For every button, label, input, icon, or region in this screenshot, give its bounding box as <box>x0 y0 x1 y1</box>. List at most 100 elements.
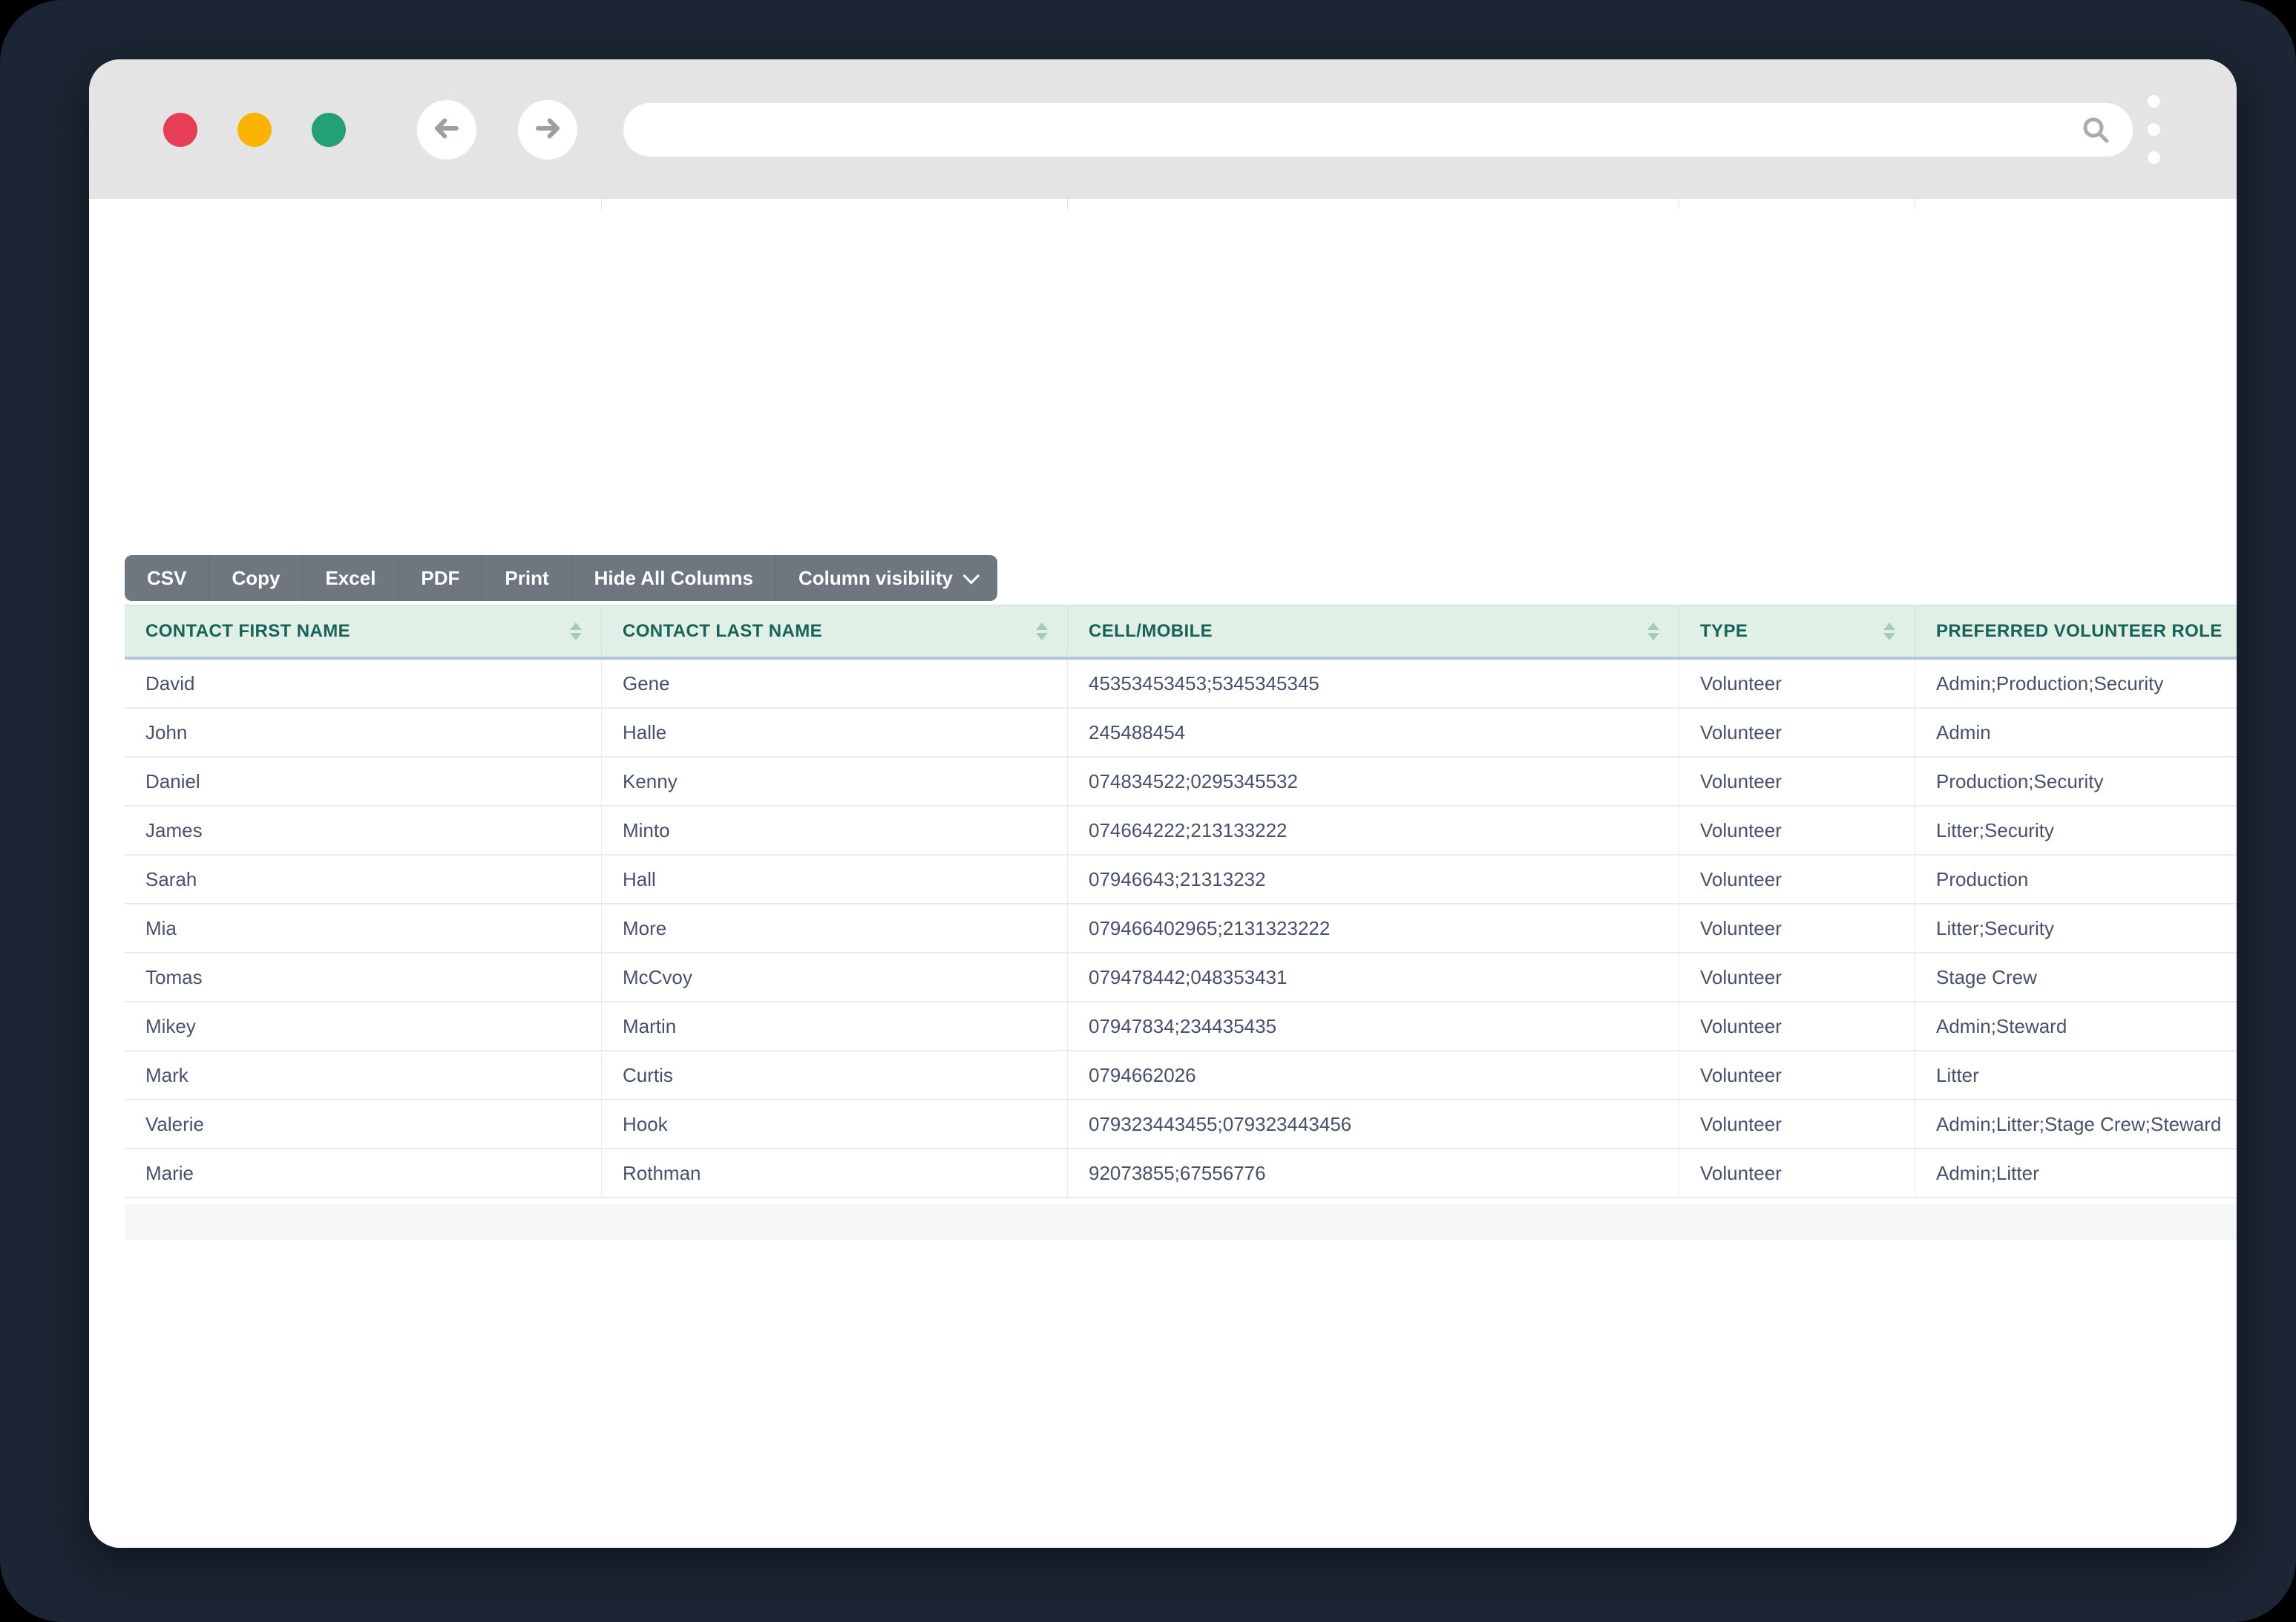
table-row: Tomas McCvoy 079478442;048353431 Volunteer S… <box>125 953 2237 1002</box>
column-header-cell-mobile[interactable]: CELL/MOBILE <box>1067 605 1679 657</box>
back-button[interactable] <box>417 100 476 160</box>
cell-role: Production <box>1915 856 2237 903</box>
cell-cell-mobile: 07947834;234435435 <box>1067 1002 1679 1050</box>
forward-arrow-icon <box>532 113 563 148</box>
cell-cell-mobile: 45353453453;5345345345 <box>1067 660 1679 707</box>
cell-first-name: Mia <box>145 916 177 939</box>
cell-last-name: Kenny <box>601 758 1067 805</box>
cell-last-name: McCvoy <box>601 953 1067 1001</box>
export-toolbar: CSV Copy Excel PDF Print Hide All Columns Colu… <box>125 555 997 601</box>
browser-window: CSV Copy Excel PDF Print Hide All Columns Colu… <box>89 59 2237 1548</box>
column-header-label: CELL/MOBILE <box>1089 620 1213 641</box>
cell-last-name: Rothman <box>601 1149 1067 1197</box>
address-bar <box>623 103 2133 158</box>
column-header-label: CONTACT FIRST NAME <box>145 620 351 641</box>
cell-type: Volunteer <box>1679 953 1915 1001</box>
table-row: Valerie Hook 079323443455;079323443456 Volu… <box>125 1100 2237 1149</box>
cell-type: Volunteer <box>1679 807 1915 854</box>
cell-last-name: Martin <box>601 1002 1067 1050</box>
address-bar-input[interactable] <box>649 103 2062 158</box>
cell-type: Volunteer <box>1679 660 1915 707</box>
menu-dot <box>2148 123 2160 136</box>
cell-type: Volunteer <box>1679 1002 1915 1050</box>
cell-role: Litter <box>1915 1051 2237 1099</box>
cell-first-name: Sarah <box>145 867 197 890</box>
column-header-label: CONTACT LAST NAME <box>623 620 822 641</box>
table-footer-strip <box>125 1204 2237 1240</box>
cell-cell-mobile: 079478442;048353431 <box>1067 953 1679 1001</box>
toolbar-button-copy[interactable]: Copy <box>209 555 304 601</box>
sort-arrows-icon <box>570 622 582 640</box>
cell-first-name: Mikey <box>145 1014 196 1037</box>
table-row: Mikey Martin 07947834;234435435 Volunteer Ad… <box>125 1002 2237 1051</box>
cell-cell-mobile: 92073855;67556776 <box>1067 1149 1679 1197</box>
toolbar-button-column-visibility[interactable]: Column visibility <box>776 555 997 601</box>
cell-role: Admin;Litter <box>1915 1149 2237 1197</box>
menu-dot <box>2148 95 2160 108</box>
cell-type: Volunteer <box>1679 1100 1915 1148</box>
column-edge-tick <box>601 199 602 209</box>
table-row: Mark Curtis 0794662026 Volunteer Litter <box>125 1051 2237 1100</box>
cell-cell-mobile: 079466402965;2131323222 <box>1067 904 1679 952</box>
cell-last-name: Hook <box>601 1100 1067 1148</box>
cell-role: Litter;Security <box>1915 904 2237 952</box>
toolbar-button-pdf[interactable]: PDF <box>398 555 483 601</box>
table-body: David Gene 45353453453;5345345345 Volunteer… <box>125 660 2237 1198</box>
kebab-menu-icon[interactable] <box>2142 92 2167 169</box>
minimize-window-button[interactable] <box>237 113 272 147</box>
cell-first-name: David <box>145 672 195 695</box>
menu-dot <box>2148 151 2160 164</box>
screenshot-canvas: CSV Copy Excel PDF Print Hide All Columns Colu… <box>0 0 2296 1622</box>
search-icon[interactable] <box>2079 114 2112 146</box>
cell-type: Volunteer <box>1679 1149 1915 1197</box>
table-row: David Gene 45353453453;5345345345 Volunteer… <box>125 660 2237 709</box>
maximize-window-button[interactable] <box>312 113 346 147</box>
cell-type: Volunteer <box>1679 709 1915 756</box>
column-header-contact-first-name[interactable]: CONTACT FIRST NAME <box>125 605 601 657</box>
column-edge-tick <box>1067 199 1068 209</box>
toolbar-button-print[interactable]: Print <box>482 555 572 601</box>
cell-role: Stage Crew <box>1915 953 2237 1001</box>
column-visibility-label: Column visibility <box>798 566 953 589</box>
cell-first-name: Tomas <box>145 965 203 988</box>
cell-type: Volunteer <box>1679 904 1915 952</box>
sort-arrows-icon <box>1647 622 1659 640</box>
cell-role: Production;Security <box>1915 758 2237 805</box>
column-header-contact-last-name[interactable]: CONTACT LAST NAME <box>601 605 1067 657</box>
cell-first-name: Marie <box>145 1161 194 1184</box>
cell-type: Volunteer <box>1679 1051 1915 1099</box>
table-header-row: CONTACT FIRST NAME CONTACT LAST NAME CELL/… <box>125 605 2237 660</box>
browser-chrome <box>89 59 2237 199</box>
table-row: Daniel Kenny 074834522;0295345532 Volunteer… <box>125 758 2237 807</box>
cell-first-name: Mark <box>145 1063 188 1086</box>
cell-last-name: More <box>601 904 1067 952</box>
cell-cell-mobile: 074664222;213133222 <box>1067 807 1679 854</box>
cell-first-name: Daniel <box>145 769 200 792</box>
cell-role: Admin <box>1915 709 2237 756</box>
column-header-type[interactable]: TYPE <box>1679 605 1915 657</box>
page-content: CSV Copy Excel PDF Print Hide All Columns Colu… <box>89 199 2237 1548</box>
table-row: James Minto 074664222;213133222 Volunteer Li… <box>125 807 2237 856</box>
cell-first-name: John <box>145 720 188 743</box>
forward-button[interactable] <box>518 100 577 160</box>
cell-last-name: Curtis <box>601 1051 1067 1099</box>
cell-cell-mobile: 245488454 <box>1067 709 1679 756</box>
close-window-button[interactable] <box>163 113 197 147</box>
cell-cell-mobile: 07946643;21313232 <box>1067 856 1679 903</box>
cell-last-name: Gene <box>601 660 1067 707</box>
cell-last-name: Minto <box>601 807 1067 854</box>
toolbar-button-excel[interactable]: Excel <box>303 555 399 601</box>
chevron-down-icon <box>962 567 980 585</box>
column-header-label: TYPE <box>1700 620 1748 641</box>
cell-cell-mobile: 074834522;0295345532 <box>1067 758 1679 805</box>
column-header-preferred-volunteer-role[interactable]: PREFERRED VOLUNTEER ROLE <box>1915 605 2237 657</box>
table-row: Mia More 079466402965;2131323222 Volunteer L… <box>125 904 2237 953</box>
table-row: John Halle 245488454 Volunteer Admin <box>125 709 2237 758</box>
cell-role: Admin;Steward <box>1915 1002 2237 1050</box>
cell-cell-mobile: 079323443455;079323443456 <box>1067 1100 1679 1148</box>
toolbar-button-hide-all-columns[interactable]: Hide All Columns <box>572 555 776 601</box>
cell-first-name: Valerie <box>145 1112 205 1135</box>
toolbar-button-csv[interactable]: CSV <box>125 555 210 601</box>
cell-last-name: Hall <box>601 856 1067 903</box>
table-row: Sarah Hall 07946643;21313232 Volunteer Produ… <box>125 856 2237 904</box>
